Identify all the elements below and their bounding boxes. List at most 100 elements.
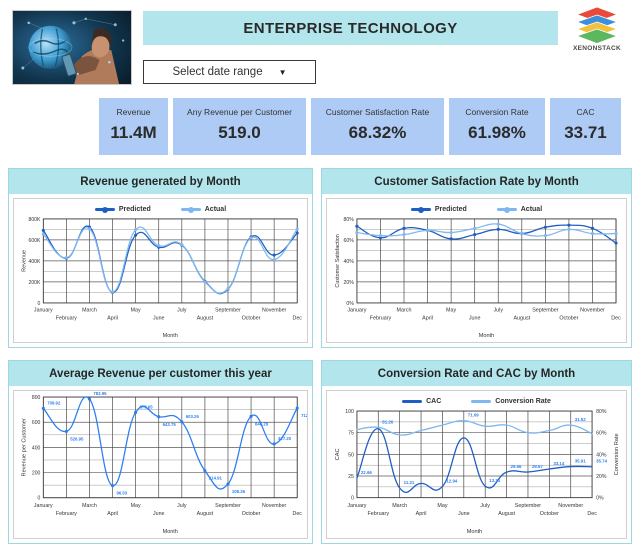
legend-swatch-icon bbox=[94, 208, 115, 211]
svg-text:Month: Month bbox=[163, 333, 178, 339]
svg-text:August: August bbox=[498, 511, 515, 517]
svg-text:August: August bbox=[197, 511, 214, 517]
panel-conversion-rate-and-cac: Conversion Rate and CAC by Month CAC Con… bbox=[321, 360, 632, 544]
chart-customer-satisfaction-by-month[interactable]: Predicted Actual 0% 20% 40% 60% 80% Customer … bbox=[326, 198, 627, 343]
dashboard-header: ENTERPRISE TECHNOLOGY Select date range … bbox=[0, 0, 640, 95]
date-range-label: Select date range bbox=[172, 66, 263, 78]
svg-text:March: March bbox=[392, 503, 407, 509]
svg-text:April: April bbox=[416, 511, 427, 517]
legend-label: CAC bbox=[426, 398, 442, 405]
svg-text:40%: 40% bbox=[596, 452, 607, 458]
legend-item-cac[interactable]: CAC bbox=[402, 398, 441, 405]
panel-revenue-by-month: Revenue generated by Month Predicted Act… bbox=[8, 168, 313, 348]
svg-text:January: January bbox=[34, 503, 53, 509]
svg-text:August: August bbox=[197, 316, 214, 322]
kpi-card-any-revenue-per-customer[interactable]: Any Revenue per Customer 519.0 bbox=[173, 98, 306, 155]
brand-logo: XENONSTACK bbox=[566, 6, 628, 58]
svg-text:108.26: 108.26 bbox=[232, 489, 246, 494]
legend-item-actual[interactable]: Actual bbox=[496, 206, 543, 213]
svg-text:35.91: 35.91 bbox=[575, 459, 586, 464]
svg-text:Revenue per Customer: Revenue per Customer bbox=[22, 418, 28, 476]
svg-text:80%: 80% bbox=[344, 217, 355, 223]
svg-text:February: February bbox=[368, 511, 390, 517]
svg-text:50: 50 bbox=[348, 452, 354, 458]
chart-svg: 0 200 400 600 800 Revenue per Customer January… bbox=[22, 391, 307, 535]
svg-text:400: 400 bbox=[32, 445, 41, 451]
svg-text:February: February bbox=[370, 316, 392, 322]
chart-conversion-rate-and-cac[interactable]: CAC Conversion Rate 0 25 50 75 100 CAC 0% 20% 40… bbox=[326, 390, 627, 539]
panel-title: Customer Satisfaction Rate by Month bbox=[322, 169, 631, 194]
kpi-card-customer-satisfaction-rate[interactable]: Customer Satisfaction Rate 68.32% bbox=[311, 98, 444, 155]
legend-item-actual[interactable]: Actual bbox=[180, 206, 227, 213]
kpi-row: Revenue 11.4M Any Revenue per Customer 5… bbox=[99, 98, 621, 155]
logo-wordmark: XENONSTACK bbox=[572, 45, 622, 52]
legend-label: Conversion Rate bbox=[495, 398, 551, 405]
svg-text:600K: 600K bbox=[28, 238, 40, 244]
svg-text:400K: 400K bbox=[28, 259, 40, 265]
svg-text:June: June bbox=[458, 511, 470, 517]
kpi-label: CAC bbox=[576, 106, 595, 117]
svg-text:Revenue: Revenue bbox=[22, 250, 28, 272]
svg-text:May: May bbox=[446, 308, 456, 314]
svg-text:80%: 80% bbox=[596, 409, 607, 415]
svg-text:March: March bbox=[82, 503, 97, 509]
svg-text:214.91: 214.91 bbox=[209, 476, 223, 481]
svg-text:31.52: 31.52 bbox=[575, 417, 586, 422]
svg-text:January: January bbox=[34, 308, 53, 314]
legend-item-predicted[interactable]: Predicted bbox=[410, 206, 467, 213]
svg-text:20%: 20% bbox=[344, 280, 355, 286]
svg-text:Conversion Rate: Conversion Rate bbox=[614, 433, 620, 475]
svg-text:September: September bbox=[532, 308, 558, 314]
kpi-card-conversion-rate[interactable]: Conversion Rate 61.98% bbox=[449, 98, 545, 155]
panel-average-revenue-per-customer: Average Revenue per customer this year 0… bbox=[8, 360, 313, 544]
svg-text:Month: Month bbox=[467, 529, 483, 535]
svg-text:May: May bbox=[131, 308, 141, 314]
date-range-select[interactable]: Select date range ▼ bbox=[143, 60, 316, 84]
kpi-value: 33.71 bbox=[564, 123, 607, 143]
svg-text:96.53: 96.53 bbox=[116, 491, 127, 496]
panel-body: Predicted Actual 0 200K 400K 600K 800K Revenu… bbox=[9, 194, 312, 347]
panel-body: 0 200 400 600 800 Revenue per Customer January… bbox=[9, 386, 312, 543]
svg-text:11.21: 11.21 bbox=[404, 480, 415, 485]
svg-text:Customer Satisfaction: Customer Satisfaction bbox=[335, 234, 341, 287]
kpi-value: 68.32% bbox=[348, 123, 407, 143]
svg-text:603.26: 603.26 bbox=[186, 414, 200, 419]
svg-text:22.66: 22.66 bbox=[361, 470, 372, 475]
chart-revenue-by-month[interactable]: Predicted Actual 0 200K 400K 600K 800K Revenu… bbox=[13, 198, 308, 343]
svg-text:13.34: 13.34 bbox=[489, 478, 500, 483]
svg-text:November: November bbox=[558, 503, 583, 509]
kpi-card-revenue[interactable]: Revenue 11.4M bbox=[99, 98, 168, 155]
hero-image bbox=[12, 10, 132, 85]
panel-body: CAC Conversion Rate 0 25 50 75 100 CAC 0% 20% 40… bbox=[322, 386, 631, 543]
chart-average-revenue-per-customer[interactable]: 0 200 400 600 800 Revenue per Customer January… bbox=[13, 390, 308, 539]
svg-text:October: October bbox=[242, 511, 261, 517]
svg-text:100: 100 bbox=[345, 409, 354, 415]
svg-text:July: July bbox=[493, 308, 503, 314]
legend-label: Actual bbox=[204, 206, 227, 213]
svg-text:29.67: 29.67 bbox=[532, 464, 543, 469]
svg-text:783.95: 783.95 bbox=[93, 391, 107, 396]
svg-text:September: September bbox=[215, 503, 241, 509]
svg-text:600: 600 bbox=[32, 420, 41, 426]
legend-item-conversion-rate[interactable]: Conversion Rate bbox=[471, 398, 551, 405]
svg-text:April: April bbox=[107, 316, 118, 322]
legend-item-predicted[interactable]: Predicted bbox=[94, 206, 151, 213]
kpi-label: Conversion Rate bbox=[465, 106, 529, 117]
svg-text:0%: 0% bbox=[596, 496, 604, 502]
svg-text:October: October bbox=[242, 316, 261, 322]
legend-swatch-icon bbox=[471, 400, 492, 403]
chevron-down-icon: ▼ bbox=[278, 67, 287, 77]
kpi-label: Revenue bbox=[116, 106, 151, 117]
svg-text:81.26: 81.26 bbox=[382, 419, 393, 424]
svg-text:800: 800 bbox=[32, 395, 41, 401]
legend-swatch-icon bbox=[410, 208, 431, 211]
panel-title: Average Revenue per customer this year bbox=[9, 361, 312, 386]
legend-label: Actual bbox=[520, 206, 543, 213]
kpi-card-cac[interactable]: CAC 33.71 bbox=[550, 98, 621, 155]
svg-text:January: January bbox=[347, 503, 366, 509]
chart-svg: 0 200K 400K 600K 800K Revenue JanuaryFebruary M… bbox=[22, 217, 303, 339]
kpi-value: 61.98% bbox=[468, 123, 526, 143]
logo-stack-shape bbox=[575, 6, 619, 44]
svg-text:12.94: 12.94 bbox=[446, 478, 457, 483]
svg-text:Month: Month bbox=[479, 333, 494, 339]
